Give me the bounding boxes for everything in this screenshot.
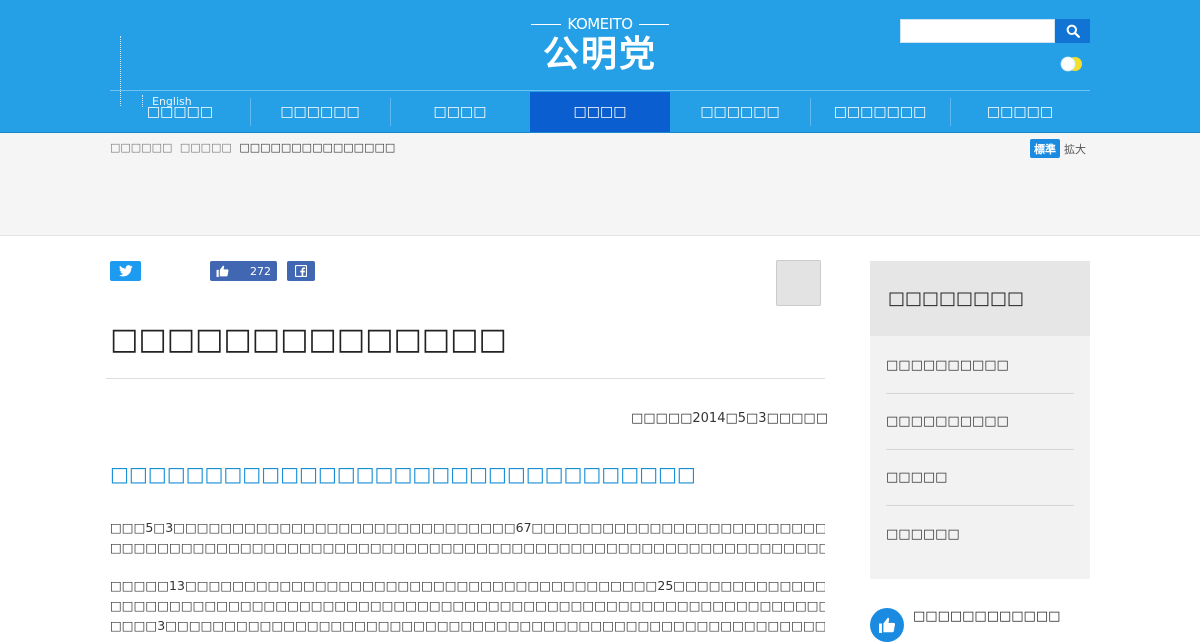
sidebar-item-1[interactable]: □□□□□□□□□□ [886, 338, 1074, 394]
nav-item-1[interactable]: □□□□□ [110, 92, 250, 132]
nav-top-rule [110, 90, 1090, 91]
facebook-like-button[interactable]: 272 [210, 261, 277, 281]
text-size-large-button[interactable]: 拡大 [1064, 141, 1086, 157]
twitter-bird-icon [118, 265, 133, 277]
nav-item-6[interactable]: □□□□□□□ [810, 92, 950, 132]
article-title: □□□□□□□□□□□□□□ [110, 322, 507, 357]
article-paragraph-2: □□□□□13□□□□□□□□□□□□□□□□□□□□□□□□□□□□□□□□□… [110, 576, 825, 636]
search-input[interactable] [900, 19, 1055, 43]
sidebar-item-2[interactable]: □□□□□□□□□□ [886, 394, 1074, 450]
global-nav: □□□□□ □□□□□□ □□□□ □□□□ □□□□□□ □□□□□□□ □□… [110, 92, 1090, 132]
article-date: □□□□□2014□5□3□□□□□ [630, 411, 828, 426]
nav-item-2[interactable]: □□□□□□ [250, 92, 390, 132]
thumbs-up-icon [879, 617, 896, 633]
search-icon [1066, 24, 1080, 38]
toggle-icon [1060, 56, 1082, 72]
like-circle-button[interactable] [870, 608, 904, 642]
theme-toggle[interactable] [1060, 56, 1084, 72]
paragraph-line: □□□□□□□□□□□□□□□□□□□□□□□□□□□□□□□□□□□□□□□□… [110, 540, 825, 555]
title-divider [106, 378, 825, 379]
sidebar-item-4[interactable]: □□□□□□ [886, 506, 1074, 562]
logo-top-text: KOMEITO [567, 15, 633, 33]
facebook-icon [295, 265, 307, 277]
sidebar-item-3[interactable]: □□□□□ [886, 450, 1074, 506]
sidebar-title: □□□□□□□□ [888, 288, 1025, 309]
komeito-logo[interactable]: KOMEITO 公明党 [528, 14, 672, 76]
logo-wordmark: KOMEITO [528, 14, 672, 34]
sidebar: □□□□□□□□ □□□□□□□□□□ □□□□□□□□□□ □□□□□ □□□… [870, 261, 1090, 579]
like-count: 272 [250, 264, 271, 278]
twitter-share-button[interactable] [110, 261, 141, 281]
breadcrumb-link-2[interactable]: □□□□□ [180, 141, 232, 154]
thumbs-up-icon [216, 265, 229, 277]
nav-item-4-active[interactable]: □□□□ [530, 92, 670, 132]
nav-item-5[interactable]: □□□□□□ [670, 92, 810, 132]
breadcrumb-link-1[interactable]: □□□□□□ [110, 141, 172, 154]
site-header: English KOMEITO 公明党 □□□□□ □□□□□□ □□□□ □□… [0, 0, 1200, 133]
paragraph-line: □□□□□□□□□□□□□□□□□□□□□□□□□□□□□□□□□□□□□□□□… [110, 598, 825, 613]
sidebar-header: □□□□□□□□ [870, 261, 1090, 336]
nav-item-3[interactable]: □□□□ [390, 92, 530, 132]
article-paragraph-1: □□□5□3□□□□□□□□□□□□□□□□□□□□□□□□□□□□□67□□□… [110, 518, 825, 558]
paragraph-line: □□□□□13□□□□□□□□□□□□□□□□□□□□□□□□□□□□□□□□□… [110, 578, 825, 593]
facebook-share-button[interactable] [287, 261, 315, 281]
paragraph-line: □□□□3□□□□□□□□□□□□□□□□□□□□□□□□□□□□□□□□□□□… [110, 618, 825, 633]
logo-main-text: 公明党 [542, 34, 657, 75]
print-button[interactable] [776, 260, 821, 306]
like-prompt-text: □□□□□□□□□□□□ [913, 609, 1061, 624]
nav-item-7[interactable]: □□□□□ [950, 92, 1090, 132]
search-button[interactable] [1055, 19, 1090, 43]
paragraph-line: □□□5□3□□□□□□□□□□□□□□□□□□□□□□□□□□□□□67□□□… [110, 520, 825, 535]
breadcrumb: □□□□□□ □□□□□ □□□□□□□□□□□□□□□ [110, 141, 395, 154]
text-size-standard-button[interactable]: 標準 [1030, 139, 1060, 158]
breadcrumb-band: □□□□□□ □□□□□ □□□□□□□□□□□□□□□ 標準 拡大 [0, 133, 1200, 236]
article-subheading: □□□□□□□□□□□□□□□□□□□□□□□□□□□□□□□ [110, 462, 696, 486]
breadcrumb-current: □□□□□□□□□□□□□□□ [239, 141, 396, 154]
